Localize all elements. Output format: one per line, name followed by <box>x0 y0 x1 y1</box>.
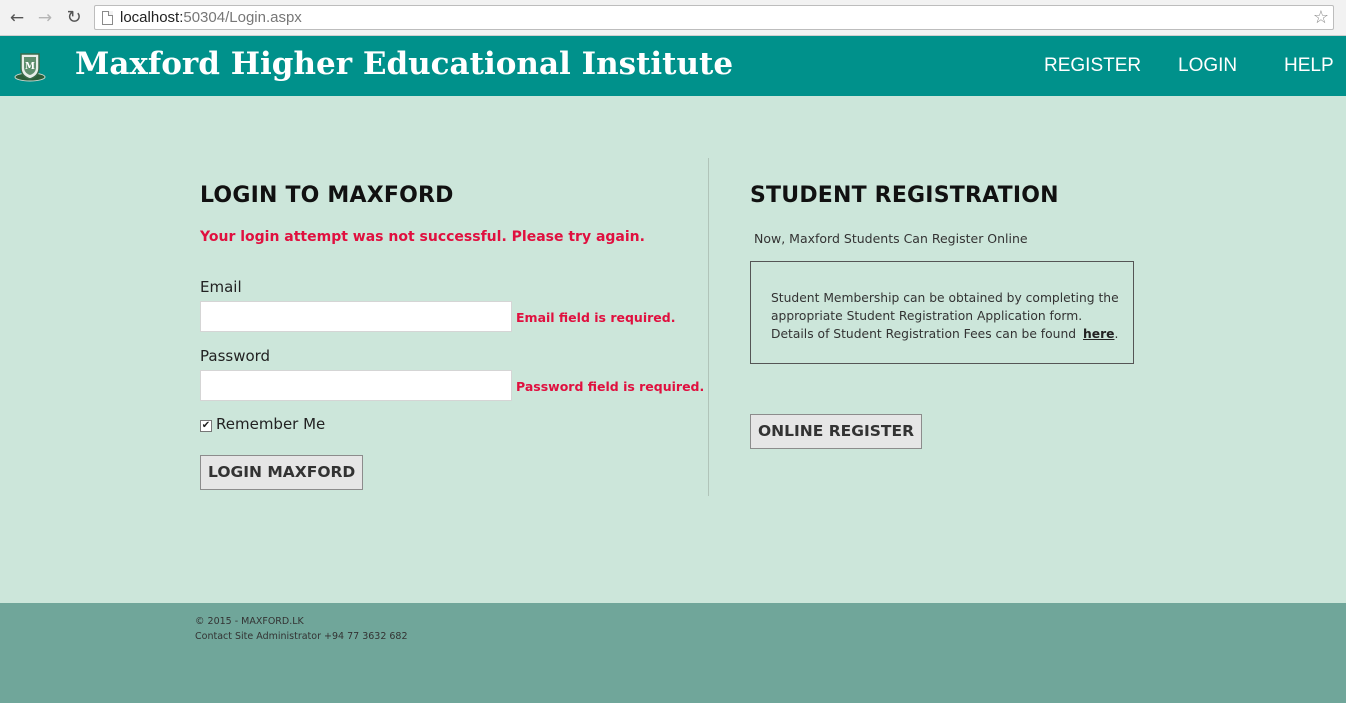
registration-heading: STUDENT REGISTRATION <box>750 183 1059 208</box>
nav-login-link[interactable]: LOGIN <box>1178 55 1237 77</box>
panel-divider <box>708 158 709 496</box>
password-label: Password <box>200 347 271 365</box>
remember-me-row: ✔ Remember Me <box>200 415 325 433</box>
info-line: Details of Student Registration Fees can… <box>771 327 1119 341</box>
svg-text:M: M <box>25 62 35 72</box>
email-input[interactable] <box>200 301 512 332</box>
forward-arrow-icon[interactable]: → <box>34 7 56 29</box>
info-line: Student Membership can be obtained by co… <box>771 291 1119 305</box>
remember-me-label: Remember Me <box>216 415 326 433</box>
email-label: Email <box>200 278 242 296</box>
password-input[interactable] <box>200 370 512 401</box>
login-button[interactable]: LOGIN MAXFORD <box>200 455 364 490</box>
bookmark-star-icon[interactable]: ☆ <box>1313 6 1329 29</box>
nav-register-link[interactable]: REGISTER <box>1044 55 1141 77</box>
email-validation-message: Email field is required. <box>516 310 676 325</box>
crest-logo-icon: M <box>14 53 46 82</box>
info-line: appropriate Student Registration Applica… <box>771 309 1083 323</box>
browser-toolbar: ← → ↻ localhost:50304/Login.aspx ☆ <box>0 0 1346 36</box>
remember-me-checkbox[interactable]: ✔ <box>200 420 212 432</box>
copyright-text: © 2015 - MAXFORD.LK <box>195 616 304 627</box>
back-arrow-icon[interactable]: ← <box>6 7 28 29</box>
login-heading: LOGIN TO MAXFORD <box>200 183 454 208</box>
site-header: M Maxford Higher Educational Institute R… <box>0 36 1346 96</box>
fees-here-link[interactable]: here <box>1083 327 1115 341</box>
registration-info-box: Student Membership can be obtained by co… <box>750 261 1134 364</box>
nav-help-link[interactable]: HELP <box>1284 55 1334 77</box>
address-bar[interactable]: localhost:50304/Login.aspx ☆ <box>94 5 1334 30</box>
login-failure-message: Your login attempt was not successful. P… <box>200 229 645 245</box>
site-footer: © 2015 - MAXFORD.LK Contact Site Adminis… <box>0 603 1346 703</box>
contact-text: Contact Site Administrator +94 77 3632 6… <box>195 631 408 642</box>
page-icon <box>102 11 113 25</box>
registration-subtitle: Now, Maxford Students Can Register Onlin… <box>754 231 1028 246</box>
password-validation-message: Password field is required. <box>516 379 705 394</box>
site-title: Maxford Higher Educational Institute <box>75 46 734 82</box>
online-register-button[interactable]: ONLINE REGISTER <box>750 414 923 449</box>
reload-icon[interactable]: ↻ <box>63 7 85 29</box>
url-text: localhost:50304/Login.aspx <box>120 9 302 26</box>
